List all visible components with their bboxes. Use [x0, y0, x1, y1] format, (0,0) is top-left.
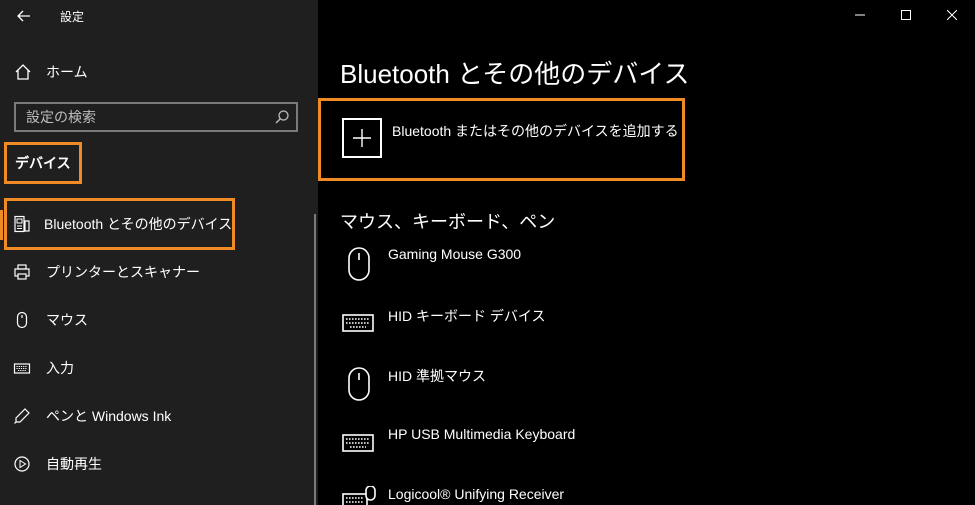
- device-item[interactable]: HID キーボード デバイス: [340, 306, 940, 356]
- sidebar: 設定 ホーム デバイス Bluetooth とその他のデバイス: [0, 0, 318, 505]
- device-name: Logicool® Unifying Receiver: [388, 486, 565, 502]
- add-device-label[interactable]: Bluetooth またはその他のデバイスを追加する: [392, 121, 679, 141]
- sidebar-item-label: Bluetooth とその他のデバイス: [44, 216, 233, 232]
- search-box[interactable]: [14, 102, 298, 132]
- sidebar-item-label: 入力: [46, 360, 74, 376]
- sidebar-item-home[interactable]: ホーム: [14, 62, 88, 82]
- section-title: デバイス: [4, 142, 82, 184]
- home-icon: [15, 64, 31, 80]
- keyboard-icon: [342, 434, 374, 452]
- keyboard-mouse-icon: [342, 486, 376, 505]
- sidebar-item-label: ペンと Windows Ink: [46, 408, 172, 424]
- mouse-icon: [348, 367, 370, 401]
- maximize-icon: [901, 10, 911, 20]
- app-title: 設定: [60, 10, 85, 24]
- device-name: HP USB Multimedia Keyboard: [388, 426, 576, 442]
- device-item[interactable]: HP USB Multimedia Keyboard: [340, 426, 940, 476]
- sidebar-item-mouse[interactable]: マウス: [12, 308, 88, 332]
- sidebar-item-label: ホーム: [46, 64, 88, 80]
- device-name: HID 準拠マウス: [388, 368, 486, 384]
- keyboard-icon: [12, 358, 32, 378]
- sidebar-item-typing[interactable]: 入力: [12, 356, 74, 380]
- sidebar-item-pen[interactable]: ペンと Windows Ink: [12, 404, 171, 428]
- sidebar-item-printers[interactable]: プリンターとスキャナー: [12, 260, 200, 284]
- device-item[interactable]: Logicool® Unifying Receiver: [340, 486, 940, 505]
- scrollbar[interactable]: [314, 214, 316, 505]
- bluetooth-device-icon: [12, 214, 32, 234]
- minimize-icon: [855, 14, 865, 16]
- pen-icon: [12, 406, 32, 426]
- active-indicator: [0, 210, 3, 240]
- add-device-button[interactable]: [342, 118, 382, 158]
- search-icon[interactable]: [274, 109, 290, 125]
- back-arrow-icon: [17, 10, 30, 22]
- sidebar-item-label: プリンターとスキャナー: [46, 264, 200, 280]
- device-item[interactable]: HID 準拠マウス: [340, 366, 940, 416]
- sidebar-item-autoplay[interactable]: 自動再生: [12, 452, 102, 476]
- search-input[interactable]: [16, 104, 266, 130]
- close-icon: [947, 10, 957, 20]
- autoplay-icon: [12, 454, 32, 474]
- printer-icon: [12, 262, 32, 282]
- sidebar-item-label: マウス: [46, 312, 88, 328]
- plus-icon: [353, 129, 371, 147]
- device-name: Gaming Mouse G300: [388, 246, 522, 262]
- keyboard-icon: [342, 314, 374, 332]
- mouse-icon: [12, 310, 32, 330]
- device-name: HID キーボード デバイス: [388, 308, 546, 324]
- back-button[interactable]: [12, 5, 36, 27]
- device-item[interactable]: Gaming Mouse G300: [340, 246, 940, 296]
- minimize-button[interactable]: [837, 0, 883, 30]
- page-title: Bluetooth とその他のデバイス: [340, 59, 690, 89]
- group-title: マウス、キーボード、ペン: [340, 212, 556, 232]
- mouse-icon: [348, 247, 370, 281]
- main-content: Bluetooth とその他のデバイス Bluetooth またはその他のデバイ…: [318, 0, 975, 505]
- sidebar-item-label: 自動再生: [46, 456, 102, 472]
- maximize-button[interactable]: [883, 0, 929, 30]
- close-button[interactable]: [929, 0, 975, 30]
- sidebar-item-bluetooth[interactable]: Bluetooth とその他のデバイス: [12, 212, 232, 236]
